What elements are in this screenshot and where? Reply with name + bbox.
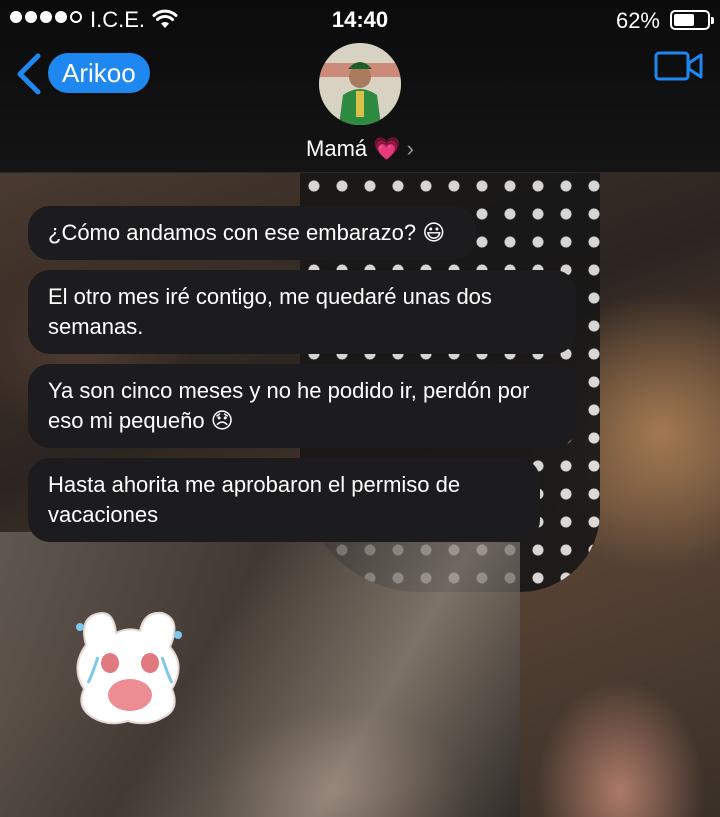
message-bubble: Ya son cinco meses y no he podido ir, pe… — [28, 364, 576, 448]
message-bubble: Hasta ahorita me aprobaron el permiso de… — [28, 458, 540, 542]
crying-bunny-sticker — [76, 611, 182, 725]
contact-name-label: Mamá 💗 — [306, 136, 401, 161]
contact-name[interactable]: Mamá 💗 › — [0, 136, 720, 162]
back-button[interactable]: Arikoo — [48, 53, 150, 93]
status-bar: I.C.E. 14:40 62% — [0, 0, 720, 42]
video-camera-icon[interactable] — [654, 48, 704, 84]
status-time: 14:40 — [331, 7, 389, 32]
contact-avatar[interactable] — [319, 43, 401, 125]
battery-icon — [670, 10, 714, 30]
chevron-right-icon: › — [406, 136, 414, 161]
message-list: ¿Cómo andamos con ese embarazo? 😃 El otr… — [28, 206, 588, 552]
message-bubble: El otro mes iré contigo, me quedaré unas… — [28, 270, 576, 354]
message-bubble: ¿Cómo andamos con ese embarazo? 😃 — [28, 206, 476, 260]
battery-percent: 62% — [615, 8, 660, 33]
chat-header: I.C.E. 14:40 62% Arikoo Mamá 💗 › — [0, 0, 720, 173]
chevron-left-icon[interactable] — [14, 52, 44, 96]
